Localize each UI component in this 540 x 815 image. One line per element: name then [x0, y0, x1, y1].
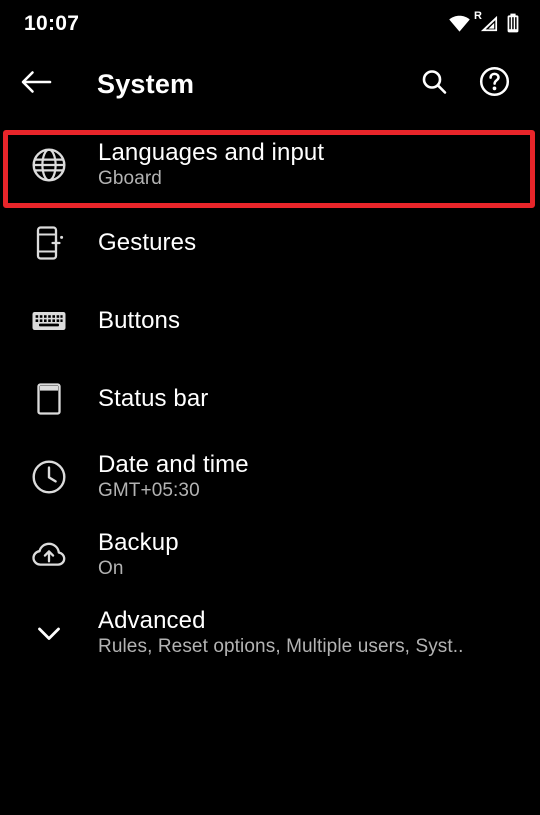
settings-row-languages-and-input[interactable]: Languages and input Gboard [0, 126, 540, 204]
help-circle-icon [479, 66, 510, 102]
row-text: Buttons [98, 307, 180, 335]
cellular-signal-roaming-icon: R [474, 10, 499, 33]
cloud-upload-icon [0, 532, 98, 578]
wifi-icon [448, 14, 471, 33]
roaming-indicator-label: R [474, 9, 482, 22]
android-settings-system-screen: 10:07 R System Languages and input Gboar… [0, 0, 540, 815]
search-button[interactable] [418, 68, 450, 100]
row-text: Date and time GMT+05:30 [98, 451, 249, 503]
row-title: Gestures [98, 229, 197, 257]
status-bar: 10:07 R [0, 0, 540, 46]
back-button[interactable] [0, 46, 72, 122]
row-text: Advanced Rules, Reset options, Multiple … [98, 607, 464, 659]
row-text: Gestures [98, 229, 196, 257]
row-subtitle: Rules, Reset options, Multiple users, Sy… [98, 636, 464, 658]
row-text: Status bar [98, 385, 208, 413]
row-title: Date and time [98, 450, 249, 478]
row-text: Languages and input Gboard [98, 139, 324, 191]
row-subtitle: Gboard [98, 168, 162, 190]
row-text: Backup On [98, 529, 179, 581]
clock-icon [0, 454, 98, 500]
row-subtitle: On [98, 558, 124, 580]
phone-gesture-icon [0, 220, 98, 266]
row-title: Backup [98, 528, 179, 556]
search-icon [419, 67, 449, 102]
app-bar: System [0, 46, 540, 122]
keyboard-icon [0, 298, 98, 344]
status-bar-clock: 10:07 [24, 11, 80, 35]
row-title: Buttons [98, 307, 181, 335]
settings-row-backup[interactable]: Backup On [0, 516, 540, 594]
settings-row-buttons[interactable]: Buttons [0, 282, 540, 360]
row-title: Status bar [98, 385, 209, 413]
row-title: Advanced [98, 606, 206, 634]
settings-list: Languages and input Gboard Gestures Butt… [0, 126, 540, 815]
settings-row-status-bar[interactable]: Status bar [0, 360, 540, 438]
globe-icon [0, 142, 98, 188]
status-bar-icon [0, 376, 98, 422]
chevron-down-icon [0, 610, 98, 656]
settings-row-date-and-time[interactable]: Date and time GMT+05:30 [0, 438, 540, 516]
arrow-left-icon [20, 67, 52, 102]
page-title: System [97, 68, 195, 99]
help-button[interactable] [478, 66, 510, 102]
row-title: Languages and input [98, 138, 325, 166]
settings-row-advanced[interactable]: Advanced Rules, Reset options, Multiple … [0, 594, 540, 672]
status-bar-icons: R [448, 10, 520, 33]
row-subtitle: GMT+05:30 [98, 480, 200, 502]
app-bar-actions [418, 66, 540, 102]
battery-icon [506, 13, 520, 33]
settings-row-gestures[interactable]: Gestures [0, 204, 540, 282]
